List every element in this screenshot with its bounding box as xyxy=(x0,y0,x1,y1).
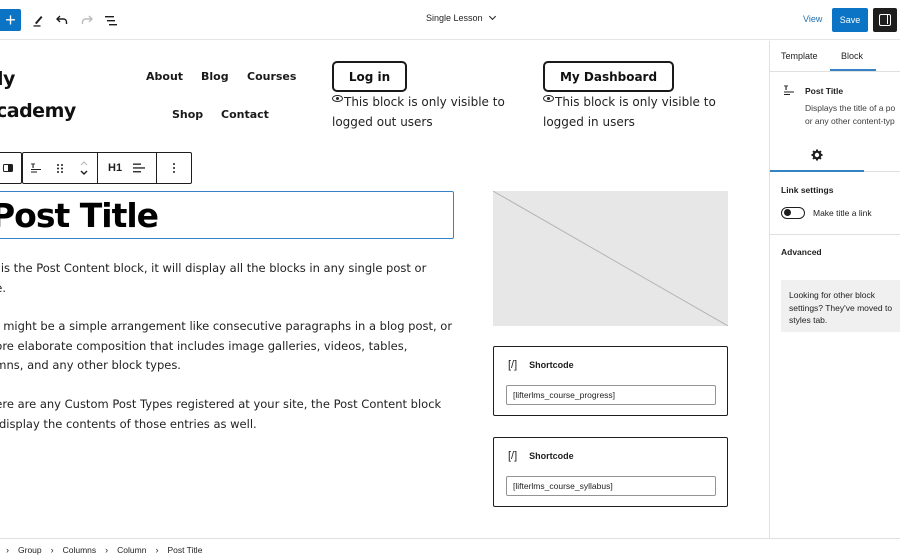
featured-image-placeholder[interactable] xyxy=(493,191,728,326)
dashboard-visibility-note: This block is only visible to logged in … xyxy=(543,95,716,129)
tab-template[interactable]: Template xyxy=(781,51,818,61)
shortcode-header: [/] Shortcode xyxy=(508,450,574,462)
shortcode-input[interactable]: [lifterlms_course_syllabus] xyxy=(506,476,716,496)
shortcode-block-progress[interactable]: [/] Shortcode [lifterlms_course_progress… xyxy=(493,346,728,416)
more-options-icon xyxy=(167,162,181,174)
editor-canvas: ly cademy About Blog Courses Shop Contac… xyxy=(0,41,769,538)
nav-item-shop[interactable]: Shop xyxy=(172,108,203,121)
chevron-right-icon: › xyxy=(50,544,54,555)
make-title-link-label: Make title a link xyxy=(813,208,872,218)
breadcrumb-post-title[interactable]: Post Title xyxy=(167,545,202,555)
view-button[interactable]: View xyxy=(803,14,822,24)
post-title-icon: T xyxy=(783,84,795,100)
login-button[interactable]: Log in xyxy=(332,61,407,92)
chevron-right-icon: › xyxy=(6,544,9,555)
shortcode-block-syllabus[interactable]: [/] Shortcode [lifterlms_course_syllabus… xyxy=(493,437,728,507)
parent-block-icon xyxy=(1,164,15,172)
add-block-button[interactable]: + xyxy=(0,9,21,31)
advanced-title[interactable]: Advanced xyxy=(781,247,822,257)
block-parent-toolbar xyxy=(0,152,22,184)
move-up-down-icon[interactable] xyxy=(77,160,91,176)
align-icon[interactable] xyxy=(132,163,146,173)
sidebar-tabs: Template Block xyxy=(770,41,900,72)
advanced-panel: Advanced Looking for other block setting… xyxy=(770,235,900,345)
tab-block[interactable]: Block xyxy=(841,51,863,61)
post-title-block[interactable]: Post Title xyxy=(0,191,454,239)
pencil-icon xyxy=(33,15,43,27)
styles-moved-notice: Looking for other block settings? They'v… xyxy=(781,280,900,332)
nav-item-courses[interactable]: Courses xyxy=(247,70,296,83)
dashboard-button[interactable]: My Dashboard xyxy=(543,61,674,92)
undo-button[interactable] xyxy=(53,10,71,30)
heading-level-button[interactable]: H1 xyxy=(108,162,122,174)
tools-button[interactable] xyxy=(29,10,47,30)
link-settings-title: Link settings xyxy=(781,185,834,195)
breadcrumb-columns[interactable]: Columns xyxy=(63,545,97,555)
block-card: T Post Title Displays the title of a po … xyxy=(770,72,900,172)
nav-item-about[interactable]: About xyxy=(146,70,183,83)
block-name: Post Title xyxy=(805,86,844,96)
plus-icon: + xyxy=(5,10,16,30)
block-toolbar: T H1 xyxy=(22,152,193,184)
post-content-paragraph-2[interactable]: at might be a simple arrangement like co… xyxy=(0,317,458,376)
post-title-icon[interactable]: T xyxy=(29,162,43,174)
shortcode-input[interactable]: [lifterlms_course_progress] xyxy=(506,385,716,405)
nav-item-contact[interactable]: Contact xyxy=(221,108,269,121)
redo-button[interactable] xyxy=(78,10,96,30)
login-visibility-note: This block is only visible to logged out… xyxy=(332,95,505,129)
post-content-paragraph-3[interactable]: here are any Custom Post Types registere… xyxy=(0,395,458,434)
make-title-link-toggle[interactable] xyxy=(781,207,805,219)
nav-item-blog[interactable]: Blog xyxy=(201,70,229,83)
settings-toggle-button[interactable] xyxy=(873,8,897,32)
eye-icon xyxy=(332,95,343,102)
editor-top-bar: + Single Lesson View Save xyxy=(0,0,900,40)
chevron-down-icon xyxy=(488,12,496,21)
block-description: Displays the title of a po or any other … xyxy=(805,103,896,126)
redo-icon xyxy=(81,15,93,24)
shortcode-icon: [/] xyxy=(508,359,518,371)
active-tab-indicator xyxy=(830,69,876,71)
shortcode-icon: [/] xyxy=(508,450,518,462)
save-button[interactable]: Save xyxy=(832,8,868,32)
block-breadcrumb: › Group › Columns › Column › Post Title xyxy=(0,538,900,560)
settings-sidebar: Template Block T Post Title Displays the… xyxy=(769,41,900,538)
list-view-button[interactable] xyxy=(102,10,120,30)
document-title-dropdown[interactable]: Single Lesson xyxy=(426,12,496,23)
post-title: Post Title xyxy=(0,196,159,235)
more-options-button[interactable] xyxy=(157,153,191,183)
block-controls-group: T xyxy=(23,153,98,183)
shortcode-label: Shortcode xyxy=(529,360,574,370)
heading-controls-group: H1 xyxy=(98,153,158,183)
site-title-line1[interactable]: ly xyxy=(0,68,15,90)
placeholder-diagonal-icon xyxy=(493,191,728,326)
shortcode-header: [/] Shortcode xyxy=(508,359,574,371)
link-settings-panel: Link settings Make title a link xyxy=(770,172,900,235)
list-view-icon xyxy=(104,15,117,25)
svg-text:T: T xyxy=(784,85,789,92)
site-title-line2[interactable]: cademy xyxy=(0,100,76,122)
undo-icon xyxy=(56,15,68,24)
breadcrumb-column[interactable]: Column xyxy=(117,545,146,555)
chevron-right-icon: › xyxy=(155,544,159,555)
sidebar-icon xyxy=(879,14,891,26)
select-parent-button[interactable] xyxy=(0,153,21,183)
svg-text:T: T xyxy=(31,163,36,170)
eye-icon xyxy=(543,95,554,102)
settings-gear-icon[interactable] xyxy=(811,149,823,164)
drag-handle-icon[interactable] xyxy=(53,163,67,174)
document-title: Single Lesson xyxy=(426,13,483,23)
post-content-paragraph-1[interactable]: is is the Post Content block, it will di… xyxy=(0,259,458,298)
chevron-right-icon: › xyxy=(105,544,109,555)
breadcrumb-group[interactable]: Group xyxy=(18,545,42,555)
shortcode-label: Shortcode xyxy=(529,451,574,461)
